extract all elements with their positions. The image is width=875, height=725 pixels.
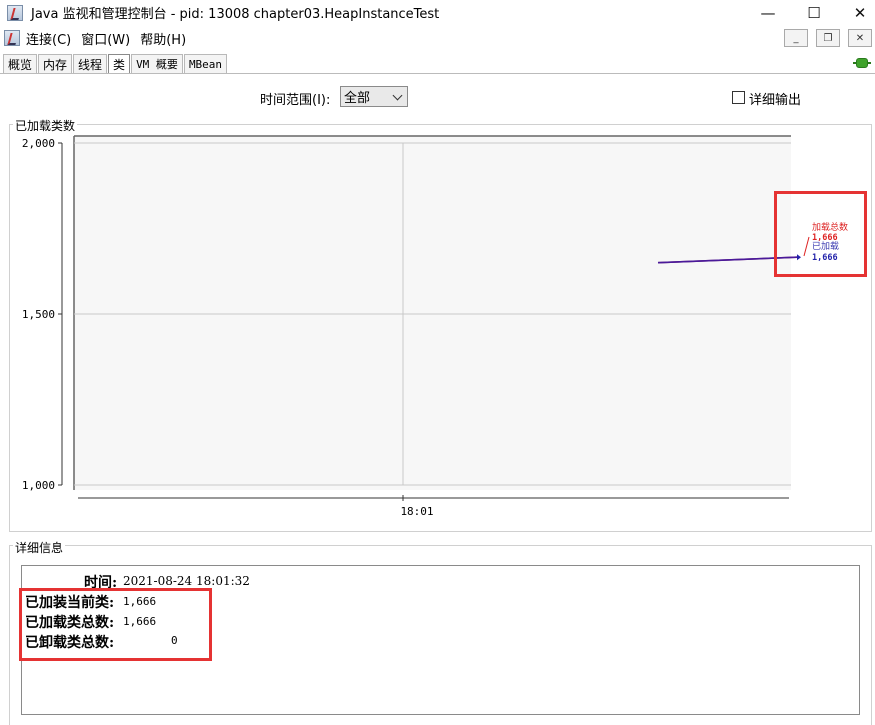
loaded-classes-chart: 2,0001,5001,000 18:01 加载总数1,666已加载1,666 <box>22 135 848 518</box>
time-value: 2021-08-24 18:01:32 <box>123 574 250 588</box>
details-title: 详细信息 <box>13 539 66 556</box>
y-tick-label: 2,000 <box>22 137 55 150</box>
plot-area <box>74 136 791 490</box>
y-tick-label: 1,000 <box>22 479 55 492</box>
x-tick-label: 18:01 <box>400 505 433 518</box>
details-highlight-box <box>19 588 212 661</box>
y-tick-label: 1,500 <box>22 308 55 321</box>
legend-highlight-box <box>774 191 867 277</box>
